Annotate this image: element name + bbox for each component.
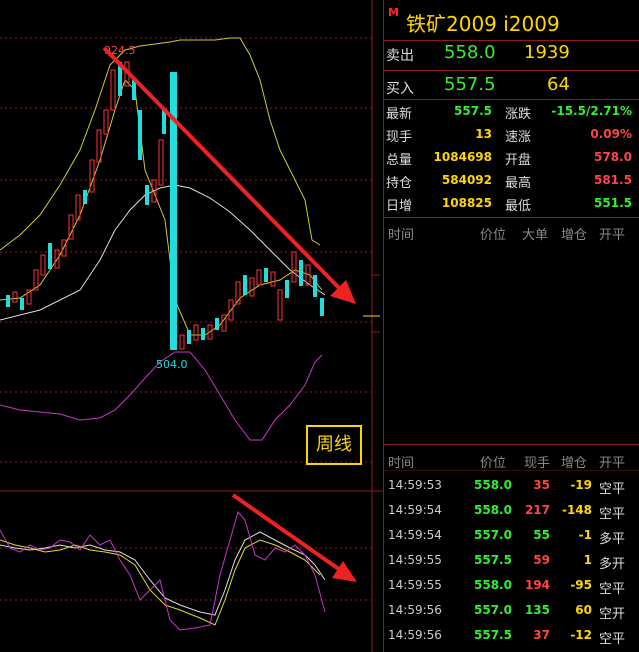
stat-label-daily-increase: 日增 bbox=[386, 199, 413, 214]
divider bbox=[384, 217, 639, 218]
table-row[interactable]: 14:59:54 558.0 217 -148 空平 bbox=[384, 499, 639, 524]
stat-label-speed: 速涨 bbox=[505, 130, 532, 145]
table-row[interactable]: 14:59:55 558.0 194 -95 空平 bbox=[384, 574, 639, 599]
cell-time: 14:59:54 bbox=[388, 503, 442, 517]
stat-value-daily-increase: 108825 bbox=[441, 196, 492, 210]
cell-type: 多开 bbox=[599, 557, 626, 572]
cell-type: 多平 bbox=[599, 532, 626, 547]
low-price-label: 504.0 bbox=[156, 358, 188, 371]
stat-value-total-volume: 1084698 bbox=[433, 150, 492, 164]
table-row[interactable]: 14:59:56 557.5 37 -12 空平 bbox=[384, 624, 639, 649]
cell-type: 空平 bbox=[599, 582, 626, 597]
cell-time: 14:59:56 bbox=[388, 628, 442, 642]
instrument-header: M 铁矿2009 i2009 bbox=[384, 0, 639, 40]
indicator-yellow-line bbox=[0, 539, 321, 626]
cell-type: 空平 bbox=[599, 632, 626, 647]
cell-price: 557.0 bbox=[474, 528, 512, 542]
column-header-price: 价位 bbox=[480, 456, 507, 471]
divider bbox=[384, 40, 639, 41]
cell-vol: 37 bbox=[533, 628, 550, 642]
sell-volume: 1939 bbox=[524, 42, 570, 63]
cell-time: 14:59:56 bbox=[388, 603, 442, 617]
chart-gridlines bbox=[0, 37, 372, 601]
stat-value-speed: 0.09% bbox=[590, 127, 632, 141]
cell-chg: -19 bbox=[570, 478, 592, 492]
column-header-oi-change: 增仓 bbox=[561, 456, 588, 471]
big-order-table-body[interactable] bbox=[384, 244, 639, 444]
cell-price: 557.0 bbox=[474, 603, 512, 617]
cell-type: 空开 bbox=[599, 607, 626, 622]
cell-vol: 135 bbox=[524, 603, 550, 617]
stat-label-change: 涨跌 bbox=[505, 107, 532, 122]
stat-label-current-hand: 现手 bbox=[386, 130, 413, 145]
column-header-open-close: 开平 bbox=[599, 228, 626, 243]
cell-price: 558.0 bbox=[474, 478, 512, 492]
stat-value-high: 581.5 bbox=[594, 173, 632, 187]
stat-value-change: -15.5/2.71% bbox=[551, 104, 632, 118]
divider bbox=[384, 470, 639, 471]
cell-chg: 60 bbox=[575, 603, 592, 617]
buy-label: 买入 bbox=[386, 81, 414, 97]
table-row[interactable]: 14:59:55 557.5 59 1 多开 bbox=[384, 549, 639, 574]
buy-volume: 64 bbox=[547, 74, 570, 95]
cell-time: 14:59:55 bbox=[388, 553, 442, 567]
column-header-volume: 现手 bbox=[524, 456, 551, 471]
stat-value-current-hand: 13 bbox=[475, 127, 492, 141]
stat-label-total-volume: 总量 bbox=[386, 153, 413, 168]
column-header-open-close: 开平 bbox=[599, 456, 626, 471]
cell-vol: 35 bbox=[533, 478, 550, 492]
stat-label-low: 最低 bbox=[505, 199, 532, 214]
stat-value-open-interest: 584092 bbox=[441, 173, 492, 187]
divider bbox=[384, 99, 639, 100]
column-header-oi-change: 增仓 bbox=[561, 228, 588, 243]
cell-vol: 217 bbox=[524, 503, 550, 517]
cell-time: 14:59:53 bbox=[388, 478, 442, 492]
cell-chg: 1 bbox=[583, 553, 592, 567]
instrument-title: 铁矿2009 i2009 bbox=[406, 12, 560, 36]
trend-arrow-upper bbox=[102, 46, 356, 304]
cell-vol: 59 bbox=[533, 553, 550, 567]
stat-label-high: 最高 bbox=[505, 176, 532, 191]
divider bbox=[384, 444, 639, 445]
cell-chg: -12 bbox=[570, 628, 592, 642]
column-header-big-order: 大单 bbox=[522, 228, 549, 243]
stat-value-latest: 557.5 bbox=[454, 104, 492, 118]
table-row[interactable]: 14:59:54 557.0 55 -1 多平 bbox=[384, 524, 639, 549]
stat-value-open: 578.0 bbox=[594, 150, 632, 164]
cell-time: 14:59:55 bbox=[388, 578, 442, 592]
buy-price[interactable]: 557.5 bbox=[444, 74, 496, 95]
trend-arrow-lower bbox=[231, 493, 357, 582]
candles bbox=[6, 61, 324, 350]
table-row[interactable]: 14:59:53 558.0 35 -19 空平 bbox=[384, 474, 639, 499]
stat-value-low: 551.5 bbox=[594, 196, 632, 210]
cell-type: 空平 bbox=[599, 482, 626, 497]
stat-label-open: 开盘 bbox=[505, 153, 532, 168]
column-header-price: 价位 bbox=[480, 228, 507, 243]
column-header-time: 时间 bbox=[388, 228, 415, 243]
cell-time: 14:59:54 bbox=[388, 528, 442, 542]
cell-vol: 55 bbox=[533, 528, 550, 542]
quote-panel: M 铁矿2009 i2009 卖出 558.0 1939 买入 557.5 64… bbox=[383, 0, 639, 652]
divider bbox=[384, 70, 639, 71]
stat-label-open-interest: 持仓 bbox=[386, 176, 413, 191]
market-marker: M bbox=[388, 6, 399, 19]
cell-chg: -95 bbox=[570, 578, 592, 592]
ma-line bbox=[0, 79, 323, 336]
cell-chg: -148 bbox=[561, 503, 592, 517]
cell-price: 557.5 bbox=[474, 553, 512, 567]
sell-label: 卖出 bbox=[386, 48, 414, 64]
cell-price: 558.0 bbox=[474, 578, 512, 592]
stat-label-latest: 最新 bbox=[386, 107, 413, 122]
cell-price: 558.0 bbox=[474, 503, 512, 517]
column-header-time: 时间 bbox=[388, 456, 415, 471]
sell-price[interactable]: 558.0 bbox=[444, 42, 496, 63]
period-badge-weekly[interactable]: 周线 bbox=[306, 425, 362, 465]
cell-price: 557.5 bbox=[474, 628, 512, 642]
candlestick-chart[interactable]: 924.5 504.0 bbox=[0, 0, 383, 652]
cell-type: 空平 bbox=[599, 507, 626, 522]
table-row[interactable]: 14:59:56 557.0 135 60 空开 bbox=[384, 599, 639, 624]
cell-vol: 194 bbox=[524, 578, 550, 592]
indicator-magenta-line bbox=[0, 510, 326, 631]
cell-chg: -1 bbox=[578, 528, 592, 542]
